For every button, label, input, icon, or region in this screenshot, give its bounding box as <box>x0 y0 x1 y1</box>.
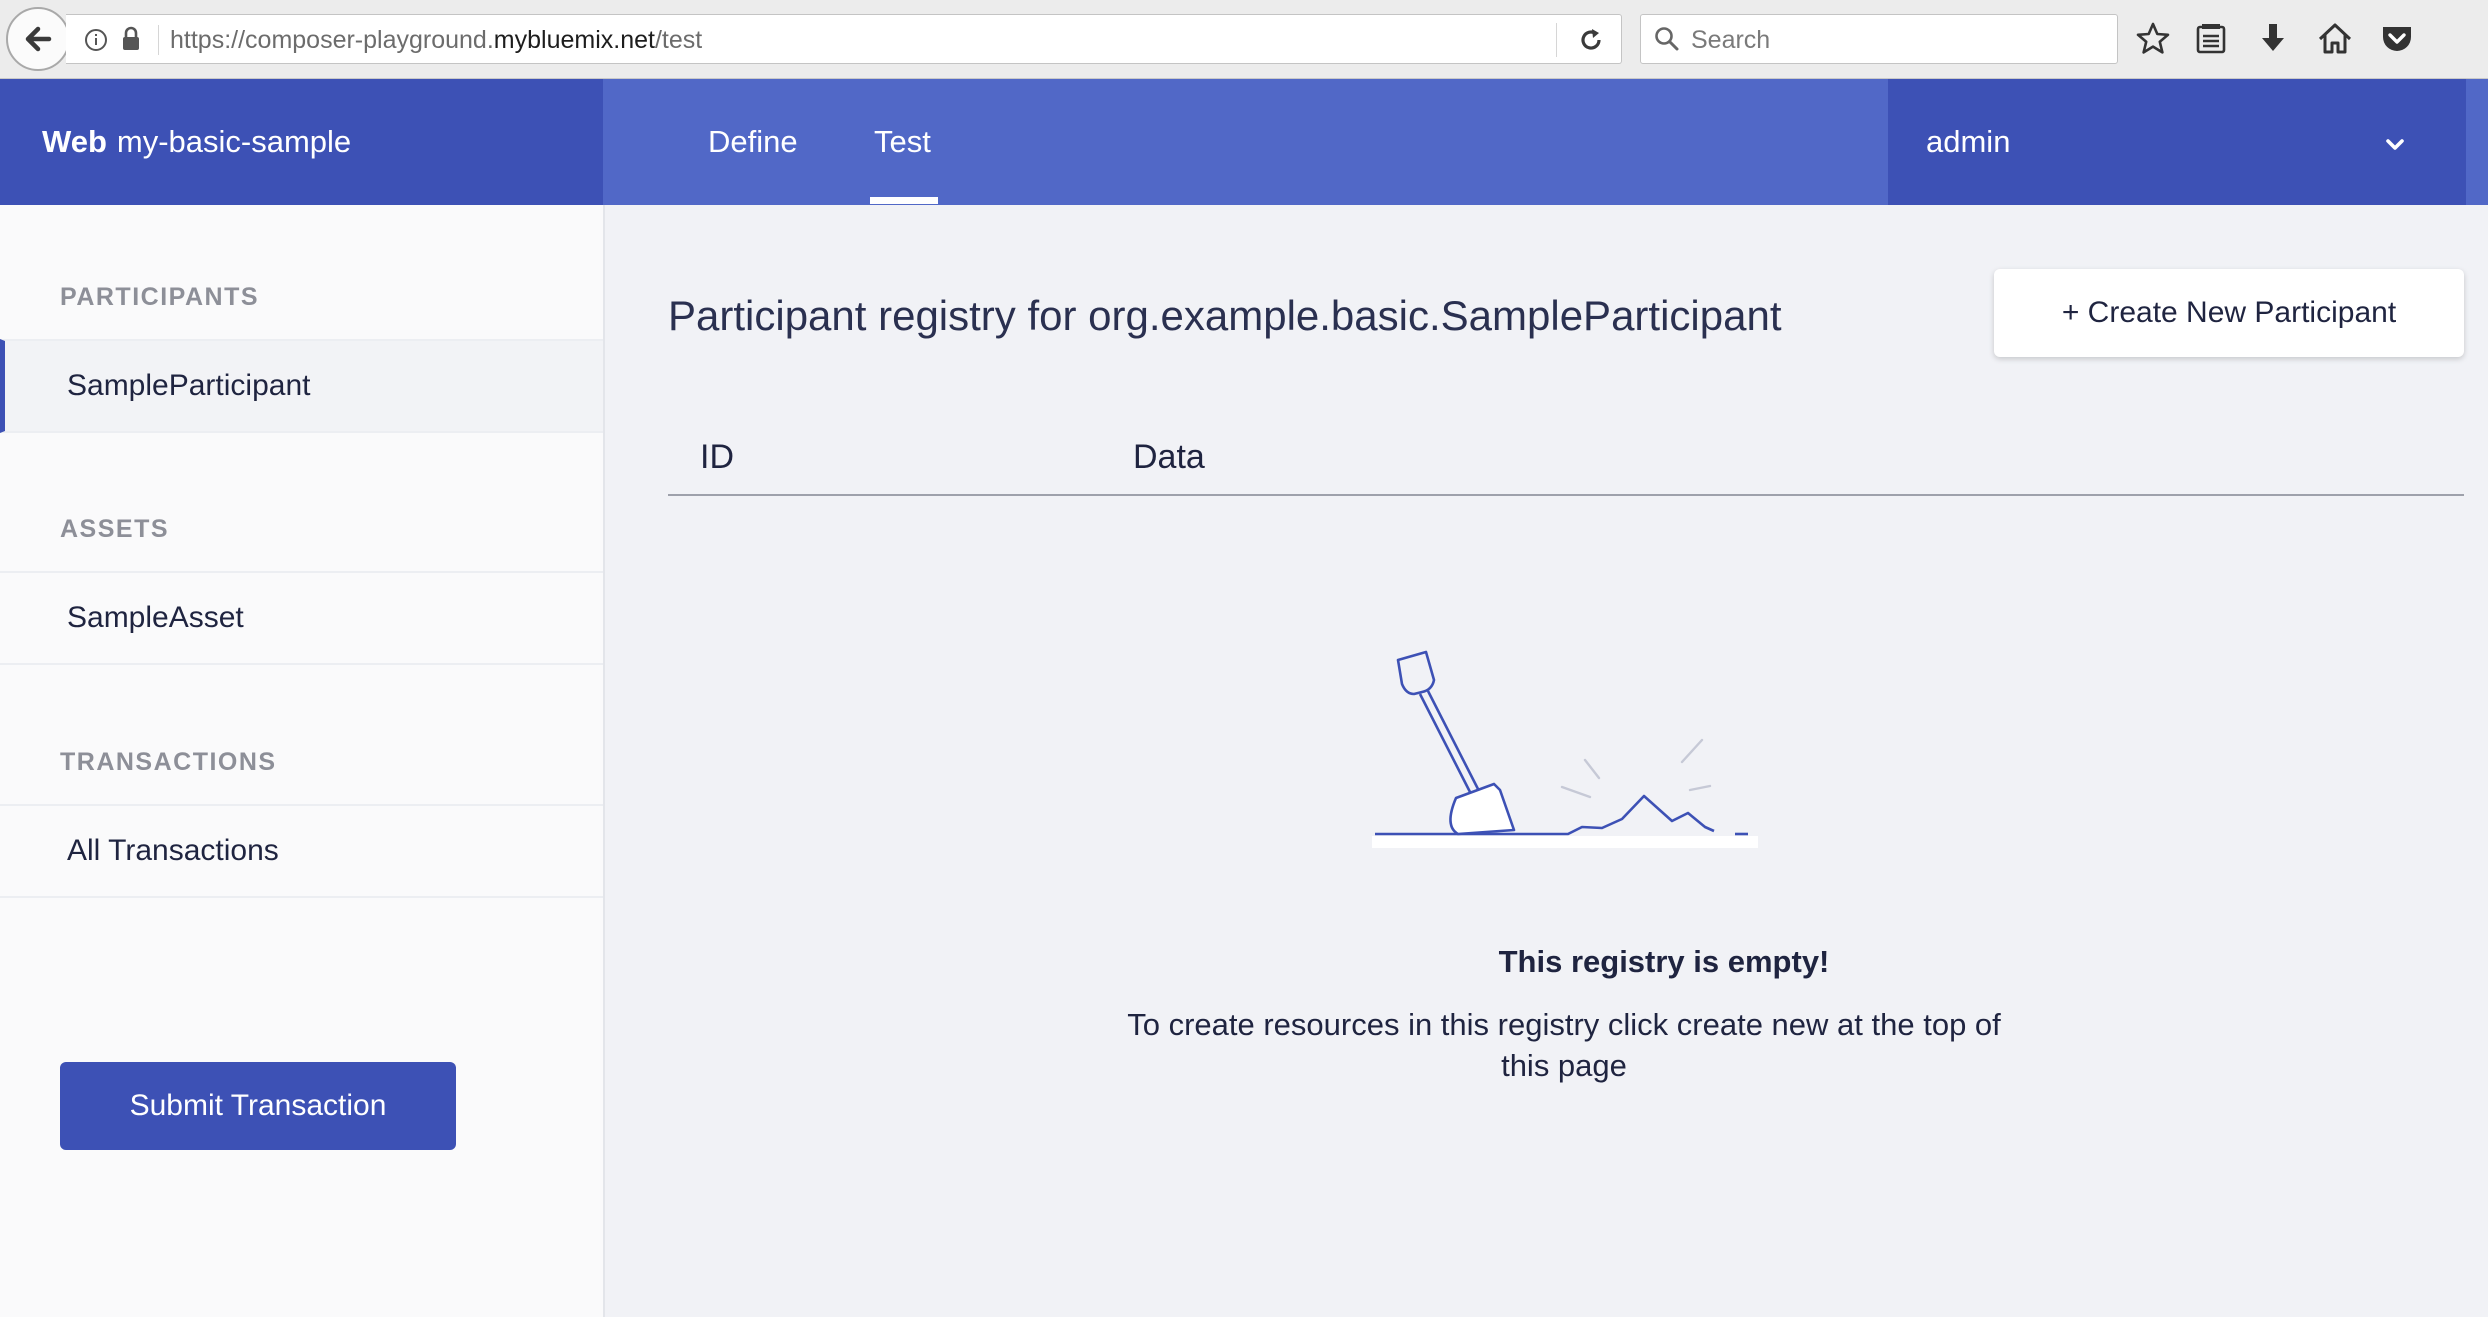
reload-icon[interactable] <box>1576 25 1606 55</box>
empty-state-description: To create resources in this registry cli… <box>1127 1007 2001 1083</box>
brand[interactable]: Web my-basic-sample <box>0 79 603 205</box>
shovel-illustration <box>1372 650 1758 848</box>
brand-bold: Web <box>42 124 107 159</box>
url-text[interactable]: https://composer-playground.mybluemix.ne… <box>170 26 702 55</box>
brand-name: my-basic-sample <box>116 124 352 159</box>
browser-toolbar: https://composer-playground.mybluemix.ne… <box>0 0 2488 79</box>
submit-transaction-button[interactable]: Submit Transaction <box>60 1062 456 1150</box>
sidebar-item-sample-asset[interactable]: SampleAsset <box>0 571 603 665</box>
search-icon <box>1655 27 1679 51</box>
header-scroll-strip <box>2466 79 2488 205</box>
active-tab-indicator <box>870 197 938 204</box>
sidebar: PARTICIPANTS SampleParticipant ASSETS Sa… <box>0 205 605 1317</box>
table-header: ID Data <box>668 420 2464 496</box>
sidebar-heading-participants: PARTICIPANTS <box>60 283 260 311</box>
column-header-id[interactable]: ID <box>700 438 734 477</box>
pocket-icon[interactable] <box>2378 20 2416 58</box>
create-new-participant-button[interactable]: + Create New Participant <box>1994 269 2464 357</box>
tab-test[interactable]: Test <box>874 79 931 205</box>
search-placeholder: Search <box>1691 26 1771 54</box>
column-header-data[interactable]: Data <box>1133 438 1205 477</box>
star-icon[interactable] <box>2134 20 2172 58</box>
user-menu[interactable]: admin <box>1888 79 2466 205</box>
sidebar-item-all-transactions[interactable]: All Transactions <box>0 804 603 898</box>
tab-define[interactable]: Define <box>708 79 798 205</box>
home-icon[interactable] <box>2316 20 2354 58</box>
sidebar-item-sample-participant[interactable]: SampleParticipant <box>0 339 603 433</box>
chevron-down-icon <box>2386 139 2404 150</box>
empty-state-title: This registry is empty! <box>1498 944 1830 979</box>
page-title: Participant registry for org.example.bas… <box>668 292 1782 339</box>
sidebar-heading-transactions: TRANSACTIONS <box>60 748 277 776</box>
url-divider <box>1556 23 1557 57</box>
app-header: Web my-basic-sample Define Test admin <box>0 79 2488 205</box>
download-icon[interactable] <box>2254 20 2292 58</box>
address-bar[interactable]: https://composer-playground.mybluemix.ne… <box>66 14 1622 64</box>
sidebar-heading-assets: ASSETS <box>60 515 170 543</box>
reading-list-icon[interactable] <box>2192 20 2230 58</box>
user-name: admin <box>1926 124 2011 159</box>
browser-search-input[interactable]: Search <box>1640 14 2118 64</box>
url-divider <box>158 25 159 55</box>
info-icon[interactable] <box>84 28 108 52</box>
lock-icon[interactable] <box>120 26 142 52</box>
back-button[interactable] <box>6 7 70 71</box>
arrow-left-icon <box>25 26 52 52</box>
